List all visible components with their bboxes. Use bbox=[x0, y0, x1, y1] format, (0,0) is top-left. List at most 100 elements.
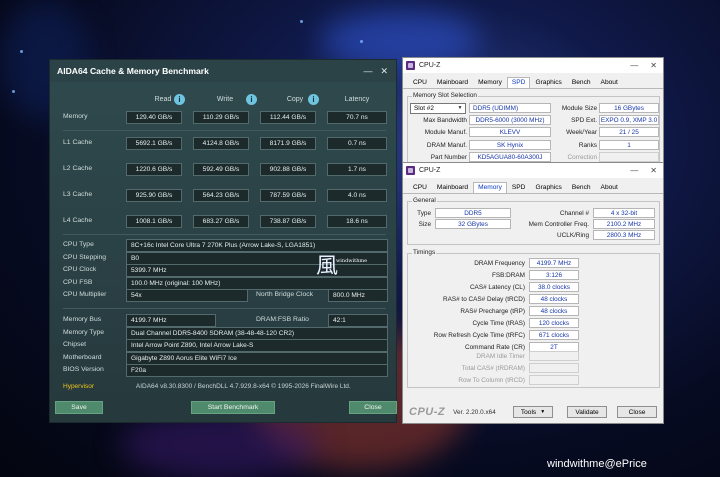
tab-spd[interactable]: SPD bbox=[507, 182, 531, 193]
tab-memory[interactable]: Memory bbox=[473, 182, 507, 193]
tab-graphics[interactable]: Graphics bbox=[530, 182, 566, 193]
close-button[interactable]: Close bbox=[617, 406, 657, 418]
slot-select[interactable]: Slot #2 ▼ bbox=[410, 103, 466, 114]
cpu-multiplier-value: 54x bbox=[126, 289, 248, 302]
max-bandwidth-value: DDR5-6000 (3000 MHz) bbox=[469, 115, 551, 125]
correction-label: Correction bbox=[567, 154, 597, 161]
mem-controller-freq-value: 2100.2 MHz bbox=[593, 219, 655, 229]
bench-latency-value: 0.7 ns bbox=[327, 137, 387, 150]
timing-value: 3:126 bbox=[529, 270, 579, 280]
memory-bus-label: Memory Bus bbox=[63, 316, 102, 323]
cpuz-memory-titlebar: CPU-Z — ✕ bbox=[403, 163, 663, 178]
aida64-window: AIDA64 Cache & Memory Benchmark — ✕ Read… bbox=[49, 59, 397, 423]
total-cas-label: Total CAS# (tRDRAM) bbox=[461, 365, 525, 372]
part-number-label: Part Number bbox=[430, 154, 467, 161]
bench-copy-value: 112.44 GB/s bbox=[260, 111, 316, 124]
divider bbox=[63, 130, 386, 131]
cpu-type-label: CPU Type bbox=[63, 241, 94, 248]
timing-label: Cycle Time (tRAS) bbox=[472, 320, 525, 327]
close-icon[interactable]: ✕ bbox=[650, 166, 657, 175]
bench-read-value: 1220.6 GB/s bbox=[126, 163, 182, 176]
tab-about[interactable]: About bbox=[596, 77, 623, 88]
background-dot bbox=[300, 20, 303, 23]
minimize-icon[interactable]: — bbox=[630, 61, 638, 70]
cpuz-version: Ver. 2.20.0.x64 bbox=[453, 408, 496, 416]
mem-controller-freq-label: Mem Controller Freq. bbox=[528, 221, 589, 228]
background-dot bbox=[12, 90, 15, 93]
type-label: Type bbox=[417, 210, 431, 217]
start-benchmark-button[interactable]: Start Benchmark bbox=[191, 401, 275, 414]
cpuz-spd-window: CPU-Z — ✕ CPU Mainboard Memory SPD Graphi… bbox=[402, 57, 664, 165]
chipset-label: Chipset bbox=[63, 341, 87, 348]
bench-latency-value: 4.0 ns bbox=[327, 189, 387, 202]
bench-read-value: 129.40 GB/s bbox=[126, 111, 182, 124]
module-size-value: 16 GBytes bbox=[599, 103, 659, 113]
max-bandwidth-label: Max Bandwidth bbox=[423, 117, 467, 124]
cpuz-logo-icon bbox=[406, 61, 415, 70]
tools-button[interactable]: Tools ▼ bbox=[513, 406, 553, 418]
info-icon[interactable]: i bbox=[174, 94, 185, 105]
cpuz-memory-title: CPU-Z bbox=[419, 167, 441, 174]
bench-latency-value: 18.6 ns bbox=[327, 215, 387, 228]
cpuz-memory-window: CPU-Z — ✕ CPU Mainboard Memory SPD Graphi… bbox=[402, 162, 664, 424]
memory-type-value: DDR5 (UDIMM) bbox=[469, 103, 551, 113]
tab-about[interactable]: About bbox=[596, 182, 623, 193]
bench-row-label: L4 Cache bbox=[63, 217, 93, 224]
tab-bench[interactable]: Bench bbox=[567, 182, 596, 193]
chipset-value: Intel Arrow Point Z890, Intel Arrow Lake… bbox=[126, 339, 388, 352]
cpuz-brand-logo: CPU-Z bbox=[409, 406, 446, 418]
bench-read-value: 1008.1 GB/s bbox=[126, 215, 182, 228]
dram-idle-timer-value bbox=[529, 351, 579, 361]
channel-value: 4 x 32-bit bbox=[593, 208, 655, 218]
tab-memory[interactable]: Memory bbox=[473, 77, 507, 88]
timing-value: 48 clocks bbox=[529, 294, 579, 304]
correction-value bbox=[599, 152, 659, 162]
info-icon[interactable]: i bbox=[246, 94, 257, 105]
memory-slot-group-title: Memory Slot Selection bbox=[412, 92, 478, 99]
timing-label: DRAM Frequency bbox=[474, 260, 525, 267]
minimize-icon[interactable]: — bbox=[363, 66, 372, 77]
part-number-value: KD5AGUA80-60A300J bbox=[469, 152, 551, 162]
cpuz-spd-titlebar: CPU-Z — ✕ bbox=[403, 58, 663, 73]
validate-button[interactable]: Validate bbox=[567, 406, 607, 418]
bench-read-value: 5692.1 GB/s bbox=[126, 137, 182, 150]
close-icon[interactable]: ✕ bbox=[650, 61, 657, 70]
tab-bench[interactable]: Bench bbox=[567, 77, 596, 88]
info-icon[interactable]: i bbox=[308, 94, 319, 105]
bench-copy-value: 738.87 GB/s bbox=[260, 215, 316, 228]
dram-manuf-label: DRAM Manuf. bbox=[426, 142, 467, 149]
timing-value: 120 clocks bbox=[529, 318, 579, 328]
tab-mainboard[interactable]: Mainboard bbox=[432, 77, 473, 88]
close-icon[interactable]: ✕ bbox=[380, 66, 388, 77]
tab-spd[interactable]: SPD bbox=[506, 77, 531, 88]
uclk-ring-value: 2800.3 MHz bbox=[593, 230, 655, 240]
aida64-footer: Hypervisor AIDA64 v8.30.8300 / BenchDLL … bbox=[63, 383, 351, 390]
aida64-title: AIDA64 Cache & Memory Benchmark bbox=[57, 66, 209, 76]
cpu-multiplier-label: CPU Multiplier bbox=[63, 291, 107, 298]
tab-mainboard[interactable]: Mainboard bbox=[432, 182, 473, 193]
cpuz-memory-tabs: CPU Mainboard Memory SPD Graphics Bench … bbox=[403, 182, 663, 194]
hypervisor-label: Hypervisor bbox=[63, 383, 95, 390]
close-button[interactable]: Close bbox=[349, 401, 397, 414]
dram-manuf-value: SK Hynix bbox=[469, 140, 551, 150]
timing-value: 48 clocks bbox=[529, 306, 579, 316]
bios-label: BIOS Version bbox=[63, 366, 104, 373]
bench-write-value: 592.49 GB/s bbox=[193, 163, 249, 176]
minimize-icon[interactable]: — bbox=[630, 166, 638, 175]
save-button[interactable]: Save bbox=[55, 401, 103, 414]
timing-label: CAS# Latency (CL) bbox=[469, 284, 525, 291]
tab-cpu[interactable]: CPU bbox=[408, 77, 432, 88]
tab-graphics[interactable]: Graphics bbox=[530, 77, 566, 88]
motherboard-label: Motherboard bbox=[63, 354, 102, 361]
row-to-column-label: Row To Column (tRCD) bbox=[458, 377, 525, 384]
dram-ratio-label: DRAM:FSB Ratio bbox=[256, 316, 309, 323]
bench-read-value: 925.90 GB/s bbox=[126, 189, 182, 202]
tab-cpu[interactable]: CPU bbox=[408, 182, 432, 193]
bench-row-label: L1 Cache bbox=[63, 139, 93, 146]
watermark-logo-text: windwithme bbox=[336, 258, 368, 264]
cpuz-spd-title: CPU-Z bbox=[419, 62, 441, 69]
timing-label: RAS# to CAS# Delay (tRCD) bbox=[442, 296, 525, 303]
bench-copy-value: 8171.9 GB/s bbox=[260, 137, 316, 150]
week-year-value: 21 / 25 bbox=[599, 127, 659, 137]
timing-label: RAS# Precharge (tRP) bbox=[460, 308, 525, 315]
